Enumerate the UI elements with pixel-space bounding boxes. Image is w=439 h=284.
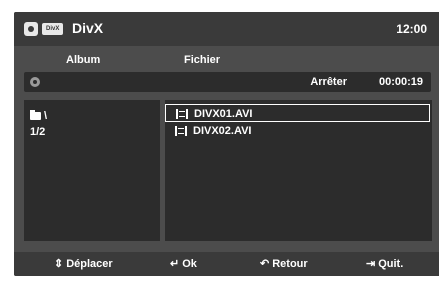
playback-status-bar: Arrêter 00:00:19 (24, 72, 431, 92)
title-bar: DivX DivX 12:00 (14, 12, 439, 46)
move-hint[interactable]: ⇕ Déplacer (54, 257, 113, 270)
footer-hints: ⇕ Déplacer ↵ Ok ↶ Retour ⇥ Quit. (14, 252, 439, 276)
page-indicator: 1/2 (30, 126, 46, 138)
return-icon: ↶ (260, 258, 270, 270)
folder-path: \ (44, 110, 48, 122)
video-file-icon (175, 126, 187, 136)
move-label: Déplacer (66, 258, 113, 270)
disc-icon (30, 77, 40, 87)
file-item[interactable]: DIVX02.AVI (165, 122, 430, 140)
quit-label: Quit. (378, 258, 404, 270)
file-pane[interactable]: DIVX01.AVI DIVX02.AVI (165, 100, 432, 241)
divx-player-screen: DivX DivX 12:00 Album Fichier Arrêter 00… (14, 12, 439, 276)
page-title: DivX (72, 20, 104, 36)
ok-label: Ok (182, 258, 197, 270)
exit-icon: ⇥ (366, 258, 376, 270)
return-hint[interactable]: ↶ Retour (260, 257, 308, 270)
file-name: DIVX01.AVI (194, 108, 253, 120)
album-pane[interactable]: \ 1/2 (24, 100, 160, 241)
file-name: DIVX02.AVI (193, 125, 252, 137)
folder-item[interactable]: \ (30, 110, 47, 122)
move-icon: ⇕ (54, 258, 64, 270)
playback-state: Arrêter (310, 76, 347, 88)
quit-hint[interactable]: ⇥ Quit. (366, 257, 403, 270)
file-item[interactable]: DIVX01.AVI (165, 104, 430, 122)
divx-badge: DivX (42, 23, 64, 35)
clock: 12:00 (396, 22, 427, 36)
enter-icon: ↵ (170, 258, 180, 270)
file-column-header: Fichier (184, 54, 221, 66)
ok-hint[interactable]: ↵ Ok (170, 257, 197, 270)
return-label: Retour (272, 258, 308, 270)
video-file-icon (176, 109, 188, 119)
folder-icon (30, 110, 41, 121)
playback-time: 00:00:19 (378, 76, 423, 88)
disc-icon (24, 22, 38, 36)
album-column-header: Album (66, 54, 101, 66)
